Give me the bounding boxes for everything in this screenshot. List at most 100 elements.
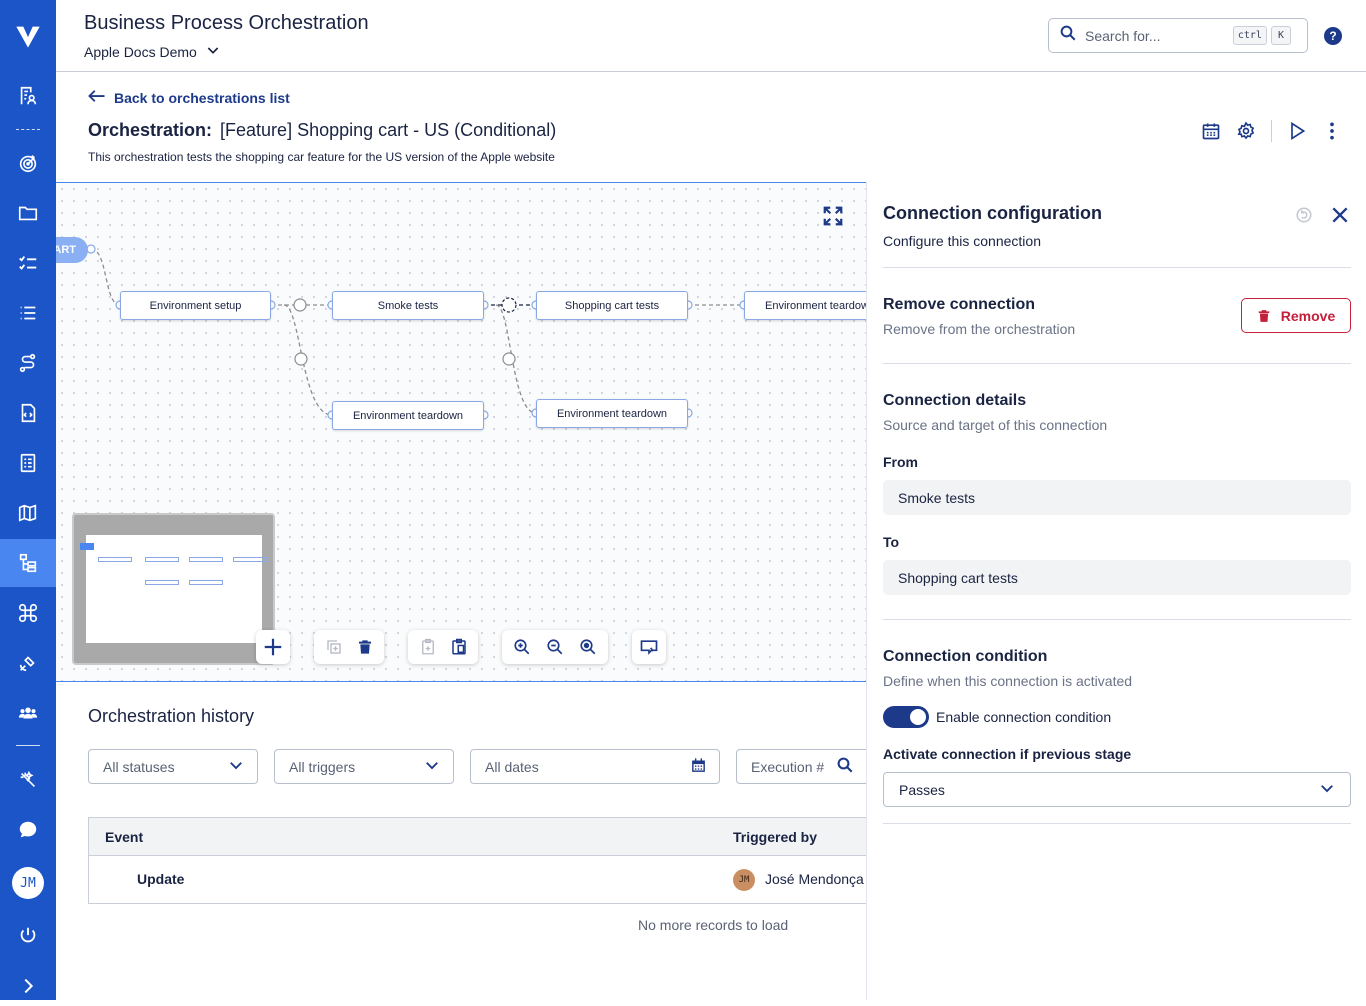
target-icon[interactable] — [0, 143, 56, 183]
list-icon[interactable] — [0, 293, 56, 333]
logo-icon[interactable] — [0, 15, 56, 57]
connection-setup-teardown[interactable] — [283, 304, 333, 416]
reset-icon[interactable] — [1295, 206, 1313, 229]
edit-toolbar — [314, 630, 384, 664]
trash-icon — [1258, 309, 1270, 322]
divider — [883, 267, 1351, 268]
page-title: Orchestration: [Feature] Shopping cart - … — [88, 120, 556, 141]
condition-icon-selected[interactable] — [501, 297, 517, 313]
report-icon[interactable] — [0, 443, 56, 483]
node-label: Shopping cart tests — [564, 299, 660, 312]
connection-smoke-teardown[interactable] — [495, 304, 537, 414]
document-code-icon[interactable] — [0, 393, 56, 433]
page-description: This orchestration tests the shopping ca… — [88, 150, 555, 164]
remove-button[interactable]: Remove — [1241, 298, 1351, 333]
route-icon[interactable] — [0, 343, 56, 383]
condition-select[interactable]: Passes — [883, 772, 1351, 807]
start-node[interactable]: ART — [56, 237, 88, 263]
execution-search[interactable]: Execution # — [736, 749, 866, 784]
app-title: Business Process Orchestration — [84, 12, 369, 34]
power-icon[interactable] — [0, 916, 56, 956]
status-filter-value: All statuses — [103, 758, 175, 775]
condition-title: Connection condition — [883, 648, 1048, 665]
avatar[interactable]: JM — [12, 867, 44, 899]
node-smoke-tests[interactable]: Smoke tests — [332, 291, 484, 320]
magic-icon[interactable] — [0, 760, 56, 800]
node-label: Environment teardown — [765, 299, 866, 312]
shortcut-key-ctrl: ctrl — [1232, 26, 1267, 45]
expand-icon[interactable] — [0, 966, 56, 1006]
date-filter-value: All dates — [485, 758, 539, 775]
condition-icon[interactable] — [294, 352, 308, 366]
minimap[interactable] — [72, 513, 275, 665]
add-node-button[interactable] — [256, 630, 290, 664]
zoom-in-icon[interactable] — [508, 633, 536, 661]
help-icon[interactable]: ? — [1324, 27, 1342, 45]
copy-icon[interactable] — [414, 633, 442, 661]
command-icon[interactable] — [0, 593, 56, 633]
calendar-icon — [690, 757, 707, 777]
close-icon[interactable] — [1330, 205, 1350, 230]
trigger-filter[interactable]: All triggers — [274, 749, 454, 784]
minimap-node — [233, 557, 267, 562]
map-icon[interactable] — [0, 493, 56, 533]
chevron-down-icon — [205, 42, 221, 61]
back-link-label: Back to orchestrations list — [114, 89, 290, 106]
zoom-fit-icon[interactable] — [574, 633, 602, 661]
details-subtitle: Source and target of this connection — [883, 417, 1108, 433]
test-repository-icon[interactable] — [0, 76, 56, 116]
table-header: Event Triggered by — [89, 818, 866, 856]
help-label: ? — [1329, 29, 1337, 43]
orchestration-icon[interactable] — [0, 539, 56, 587]
comment-button[interactable] — [632, 630, 666, 664]
search-input[interactable]: Search for... ctrl K — [1048, 18, 1308, 53]
condition-toggle[interactable] — [883, 706, 929, 728]
select-label: Activate connection if previous stage — [883, 746, 1132, 762]
node-environment-setup[interactable]: Environment setup — [120, 291, 271, 320]
folder-icon[interactable] — [0, 193, 56, 233]
minimap-node — [145, 557, 179, 562]
node-label: Environment teardown — [352, 409, 464, 422]
node-label: Environment teardown — [556, 407, 668, 420]
from-value: Smoke tests — [898, 489, 976, 506]
checklist-icon[interactable] — [0, 243, 56, 283]
avatar: JM — [733, 869, 755, 891]
remove-subtitle: Remove from the orchestration — [883, 321, 1076, 337]
condition-icon[interactable] — [502, 352, 516, 366]
project-selector[interactable]: Apple Docs Demo — [84, 42, 221, 61]
node-environment-teardown[interactable]: Environment teardown — [536, 399, 688, 428]
duplicate-icon[interactable] — [320, 633, 348, 661]
zoom-out-icon[interactable] — [541, 633, 569, 661]
users-icon[interactable] — [0, 693, 56, 733]
satellite-icon[interactable] — [0, 643, 56, 683]
shortcut-key-k: K — [1270, 26, 1291, 45]
status-filter[interactable]: All statuses — [88, 749, 258, 784]
delete-icon[interactable] — [351, 633, 379, 661]
minimap-node — [189, 557, 223, 562]
chevron-down-icon — [1318, 779, 1336, 800]
node-environment-teardown[interactable]: Environment teardown — [332, 401, 484, 430]
sidebar: JM — [0, 0, 56, 1000]
gear-icon[interactable] — [1235, 120, 1257, 142]
orchestration-canvas[interactable]: ART Environment setup Smoke tests Shoppi… — [56, 182, 866, 682]
fullscreen-icon[interactable] — [822, 205, 844, 232]
node-environment-teardown[interactable]: Environment teardown — [744, 291, 866, 320]
trigger-filter-value: All triggers — [289, 758, 356, 775]
panel-title: Connection configuration — [883, 203, 1102, 223]
divider — [883, 363, 1351, 364]
search-placeholder: Search for... — [1085, 27, 1161, 44]
paste-icon[interactable] — [445, 633, 473, 661]
chat-icon[interactable] — [0, 810, 56, 850]
start-node-label: ART — [56, 244, 76, 256]
date-filter[interactable]: All dates — [470, 749, 720, 784]
condition-icon[interactable] — [293, 298, 307, 312]
back-link[interactable]: Back to orchestrations list — [88, 89, 290, 106]
page-title-text: [Feature] Shopping cart - US (Conditiona… — [220, 120, 557, 140]
column-event: Event — [105, 829, 144, 845]
node-shopping-cart-tests[interactable]: Shopping cart tests — [536, 291, 688, 320]
table-row[interactable]: Update JM José Mendonça — [89, 856, 866, 904]
play-icon[interactable] — [1286, 120, 1308, 142]
more-vertical-icon[interactable] — [1321, 120, 1343, 142]
connection-start-setup[interactable] — [90, 248, 121, 306]
calendar-icon[interactable] — [1200, 120, 1222, 142]
